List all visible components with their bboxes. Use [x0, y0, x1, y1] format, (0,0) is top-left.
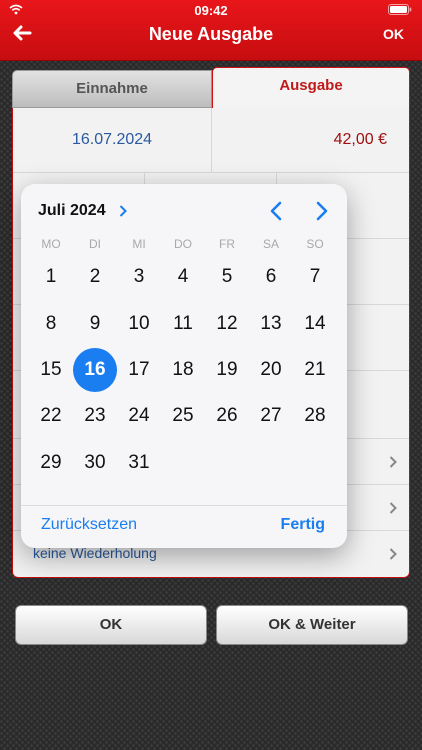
- day-cell-selected[interactable]: 16: [73, 348, 117, 392]
- ok-next-button[interactable]: OK & Weiter: [216, 605, 408, 645]
- date-picker: Juli 2024 MO DI MI DO FR SA SO 1 2 3 4 5…: [21, 184, 347, 548]
- day-cell[interactable]: 17: [117, 348, 161, 392]
- day-cell[interactable]: 14: [293, 302, 337, 346]
- day-cell[interactable]: 2: [73, 255, 117, 299]
- day-cell[interactable]: 26: [205, 394, 249, 438]
- day-cell[interactable]: 5: [205, 255, 249, 299]
- amount-field[interactable]: 42,00 €: [211, 108, 409, 172]
- chevron-right-icon: [389, 456, 397, 468]
- day-cell[interactable]: 10: [117, 302, 161, 346]
- battery-icon: [388, 4, 412, 15]
- day-cell[interactable]: 15: [29, 348, 73, 392]
- day-cell[interactable]: 31: [117, 441, 161, 485]
- day-cell[interactable]: 21: [293, 348, 337, 392]
- day-cell[interactable]: 18: [161, 348, 205, 392]
- navigation-bar: 09:42 Neue Ausgabe OK: [0, 0, 422, 61]
- day-cell[interactable]: 6: [249, 255, 293, 299]
- day-cell[interactable]: 7: [293, 255, 337, 299]
- chevron-right-icon: [389, 502, 397, 514]
- day-cell[interactable]: 4: [161, 255, 205, 299]
- day-cell[interactable]: 20: [249, 348, 293, 392]
- day-cell[interactable]: 19: [205, 348, 249, 392]
- amount-value: 42,00 €: [333, 131, 387, 148]
- day-cell[interactable]: 3: [117, 255, 161, 299]
- day-cell[interactable]: 9: [73, 302, 117, 346]
- tab-income[interactable]: Einnahme: [12, 70, 212, 108]
- day-cell[interactable]: 28: [293, 394, 337, 438]
- chevron-right-icon: [389, 548, 397, 560]
- day-cell[interactable]: 23: [73, 394, 117, 438]
- day-grid: 1 2 3 4 5 6 7 8 9 10 11 12 13 14 15 16 1…: [21, 184, 347, 548]
- day-cell[interactable]: 13: [249, 302, 293, 346]
- day-cell[interactable]: 11: [161, 302, 205, 346]
- status-time: 09:42: [194, 3, 228, 18]
- ok-button[interactable]: OK: [15, 605, 207, 645]
- day-cell[interactable]: 29: [29, 441, 73, 485]
- day-cell[interactable]: 22: [29, 394, 73, 438]
- day-cell[interactable]: 1: [29, 255, 73, 299]
- day-cell[interactable]: 27: [249, 394, 293, 438]
- day-cell[interactable]: 30: [73, 441, 117, 485]
- day-cell[interactable]: 12: [205, 302, 249, 346]
- tab-expense[interactable]: Ausgabe: [212, 67, 410, 109]
- page-title: Neue Ausgabe: [148, 24, 274, 44]
- day-cell[interactable]: 25: [161, 394, 205, 438]
- day-cell[interactable]: 8: [29, 302, 73, 346]
- nav-ok-button[interactable]: OK: [383, 26, 404, 42]
- day-cell[interactable]: 24: [117, 394, 161, 438]
- date-field[interactable]: 16.07.2024: [13, 108, 212, 172]
- date-amount-row: 16.07.2024 42,00 €: [13, 108, 409, 173]
